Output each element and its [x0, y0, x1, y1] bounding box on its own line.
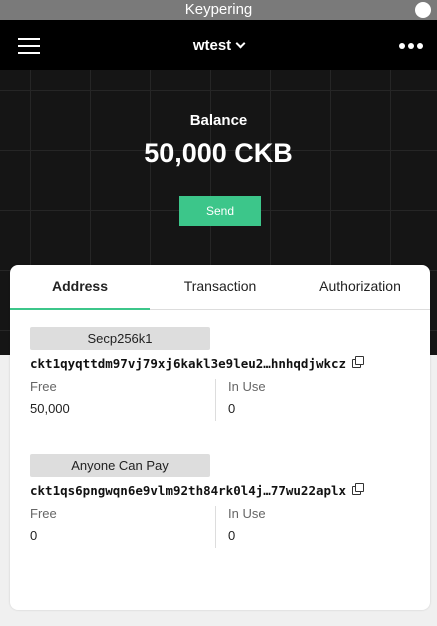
- inuse-stat: In Use 0: [215, 506, 400, 548]
- tab-address[interactable]: Address: [10, 265, 150, 309]
- address-row: ckt1qyqttdm97vj79xj6kakl3e9leu2…hnhqdjwk…: [30, 355, 420, 371]
- window-titlebar: Keypering: [0, 0, 437, 20]
- app-header: wtest: [0, 20, 437, 70]
- wallet-name: wtest: [192, 37, 232, 54]
- window-title: Keypering: [184, 1, 253, 18]
- lock-type-badge: Anyone Can Pay: [30, 454, 210, 477]
- inuse-stat: In Use 0: [215, 379, 400, 421]
- balance-stats: Free 50,000 In Use 0: [30, 379, 420, 421]
- address-row: ckt1qs6pngwqn6e9vlm92th84rk0l4j…77wu22ap…: [30, 482, 420, 498]
- free-stat: Free 50,000: [30, 379, 215, 421]
- balance-stats: Free 0 In Use 0: [30, 506, 420, 548]
- copy-icon[interactable]: [352, 482, 365, 495]
- inuse-label: In Use: [228, 506, 266, 521]
- wallet-panel: Address Transaction Authorization Secp25…: [10, 265, 430, 610]
- inuse-value: 0: [228, 528, 236, 543]
- address-card: Anyone Can Pay ckt1qs6pngwqn6e9vlm92th84…: [30, 454, 420, 548]
- free-stat: Free 0: [30, 506, 215, 548]
- active-tab-indicator: [10, 308, 150, 310]
- balance-label: Balance: [189, 112, 248, 129]
- tab-authorization[interactable]: Authorization: [290, 265, 430, 309]
- chevron-down-icon: [235, 38, 246, 49]
- tab-transaction[interactable]: Transaction: [150, 265, 290, 309]
- tab-bar: Address Transaction Authorization: [10, 265, 430, 310]
- copy-icon[interactable]: [352, 355, 365, 368]
- lock-type-badge: Secp256k1: [30, 327, 210, 350]
- address-card: Secp256k1 ckt1qyqttdm97vj79xj6kakl3e9leu…: [30, 327, 420, 421]
- send-button[interactable]: Send: [179, 196, 261, 226]
- wallet-selector[interactable]: wtest: [0, 37, 437, 54]
- free-label: Free: [30, 379, 57, 394]
- free-label: Free: [30, 506, 57, 521]
- address-text: ckt1qyqttdm97vj79xj6kakl3e9leu2…hnhqdjwk…: [30, 356, 347, 371]
- more-dots-icon[interactable]: [399, 43, 423, 49]
- inuse-label: In Use: [228, 379, 266, 394]
- balance-value: 50,000 CKB: [144, 138, 293, 168]
- free-value: 0: [30, 528, 38, 543]
- inuse-value: 0: [228, 401, 236, 416]
- free-value: 50,000: [30, 401, 70, 416]
- address-text: ckt1qs6pngwqn6e9vlm92th84rk0l4j…77wu22ap…: [30, 483, 347, 498]
- window-control-icon[interactable]: [415, 2, 431, 18]
